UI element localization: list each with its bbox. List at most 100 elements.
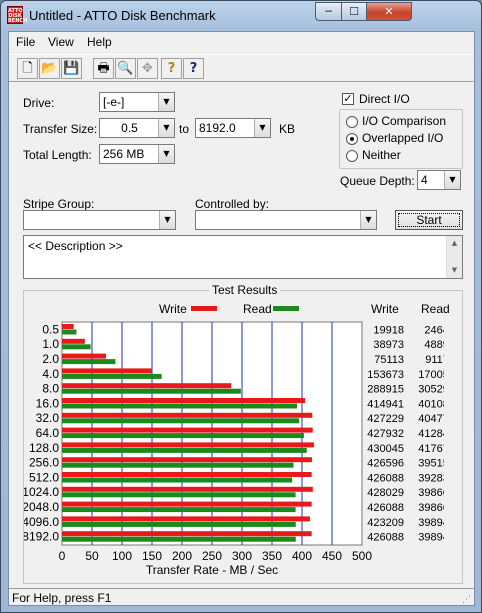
description-scrollbar[interactable]: ▲ ▼ [446,236,462,278]
read-bar [62,433,304,439]
read-value: 398666 [418,487,444,499]
close-button[interactable]: ✕ [366,2,412,21]
read-value: 398948 [418,532,444,544]
write-bar [62,516,310,522]
y-tick-label: 256.0 [29,456,59,470]
write-value: 426088 [367,502,404,514]
controlled-by-select[interactable]: ▼ [195,210,377,230]
write-value: 75113 [374,354,404,366]
x-tick-label: 400 [292,549,312,563]
x-tick-label: 250 [202,549,222,563]
direct-io-checkbox[interactable]: ✓ [342,93,354,105]
total-length-select[interactable]: 256 MB ▼ [99,144,175,164]
direct-io-label[interactable]: Direct I/O [359,92,410,106]
read-bar [62,344,91,350]
status-bar: For Help, press F1 ⋰ [9,588,474,606]
overlapped-io-radio[interactable] [346,133,358,145]
y-tick-label: 8192.0 [24,530,59,544]
x-tick-label: 300 [232,549,252,563]
chevron-down-icon[interactable]: ▼ [444,171,460,189]
transfer-size-from-select[interactable]: 0.5 ▼ [99,118,175,138]
scroll-up-icon[interactable]: ▲ [447,236,462,251]
print-preview-icon[interactable]: 🔍 [115,58,136,79]
transfer-size-from-value: 0.5 [121,121,138,135]
new-icon[interactable]: 🗋 [17,58,38,79]
y-tick-label: 4.0 [42,367,59,381]
transfer-size-to-select[interactable]: 8192.0 ▼ [195,118,271,138]
write-bar [62,398,306,403]
chevron-down-icon[interactable]: ▼ [158,119,174,137]
queue-depth-label: Queue Depth: [340,174,415,188]
read-bar [62,388,241,394]
read-value: 417670 [418,443,444,455]
stripe-group-select[interactable]: ▼ [23,210,176,230]
write-value: 153673 [367,369,404,381]
write-value: 430045 [367,443,404,455]
menu-file[interactable]: File [16,35,35,49]
drive-select[interactable]: [-e-] ▼ [99,92,175,112]
toolbar: 🗋 📂 💾 🖶 🔍 ✥ ? ? [9,54,474,82]
write-bar [62,368,153,374]
queue-depth-value: 4 [421,173,428,187]
queue-depth-select[interactable]: 4 ▼ [417,170,461,190]
read-value: 24642 [424,324,444,336]
read-bar [62,462,294,468]
help-icon[interactable]: ? [161,58,182,79]
overlapped-io-label[interactable]: Overlapped I/O [362,131,443,145]
move-icon[interactable]: ✥ [137,58,158,79]
title-bar[interactable]: ATTO DISK BENCH Untitled - ATTO Disk Bench… [1,1,481,31]
read-bar [62,373,162,379]
drive-value: [-e-] [103,95,125,109]
print-icon[interactable]: 🖶 [93,58,114,79]
write-legend-label: Write [159,302,187,316]
minimize-button[interactable]: ─ [315,2,342,21]
write-value: 426596 [367,458,404,470]
open-icon[interactable]: 📂 [39,58,60,79]
read-value: 398948 [418,517,444,529]
controlled-by-label: Controlled by: [195,197,270,211]
description-box[interactable]: << Description >> ▲ ▼ [23,235,463,279]
write-legend-swatch [191,306,217,311]
y-tick-label: 1.0 [42,337,59,351]
read-bar [62,418,300,424]
menu-help[interactable]: Help [87,35,112,49]
neither-radio[interactable] [346,150,358,162]
read-bar [62,403,298,409]
context-help-icon[interactable]: ? [183,58,204,79]
read-value: 305299 [418,384,444,396]
stripe-group-label: Stripe Group: [23,197,95,211]
write-value: 19918 [373,324,404,336]
read-bar [62,521,296,527]
save-icon[interactable]: 💾 [61,58,82,79]
kb-label: KB [279,122,296,136]
menu-view[interactable]: View [48,35,74,49]
maximize-button[interactable]: ☐ [341,2,367,21]
read-legend-swatch [273,306,299,311]
read-value: 170057 [418,369,444,381]
x-tick-label: 100 [112,549,132,563]
chevron-down-icon[interactable]: ▼ [159,211,175,229]
read-value: 404773 [418,413,444,425]
write-value: 288915 [367,384,404,396]
write-bar [62,501,312,507]
write-bar [62,457,312,463]
resize-grip-icon[interactable]: ⋰ [462,595,472,605]
read-value: 401080 [418,398,444,410]
chevron-down-icon[interactable]: ▼ [158,145,174,163]
scroll-down-icon[interactable]: ▼ [447,263,462,278]
test-results-group: Test Results Write Read Write Read 0 50 10… [23,283,463,584]
write-bar [62,412,313,418]
chevron-down-icon[interactable]: ▼ [254,119,270,137]
description-text: << Description >> [28,239,123,253]
chevron-down-icon[interactable]: ▼ [158,93,174,111]
read-value: 412844 [418,428,444,440]
chevron-down-icon[interactable]: ▼ [360,211,376,229]
x-axis-label: Transfer Rate - MB / Sec [146,563,278,577]
neither-label[interactable]: Neither [362,148,401,162]
client-area: File View Help 🗋 📂 💾 🖶 🔍 ✥ ? ? Drive: [-… [8,31,475,606]
io-comparison-label[interactable]: I/O Comparison [362,114,446,128]
read-bar [62,477,293,483]
io-comparison-radio[interactable] [346,116,358,128]
atto-app-icon[interactable]: ATTO DISK BENCH [7,6,27,24]
start-button[interactable]: Start [395,210,463,230]
